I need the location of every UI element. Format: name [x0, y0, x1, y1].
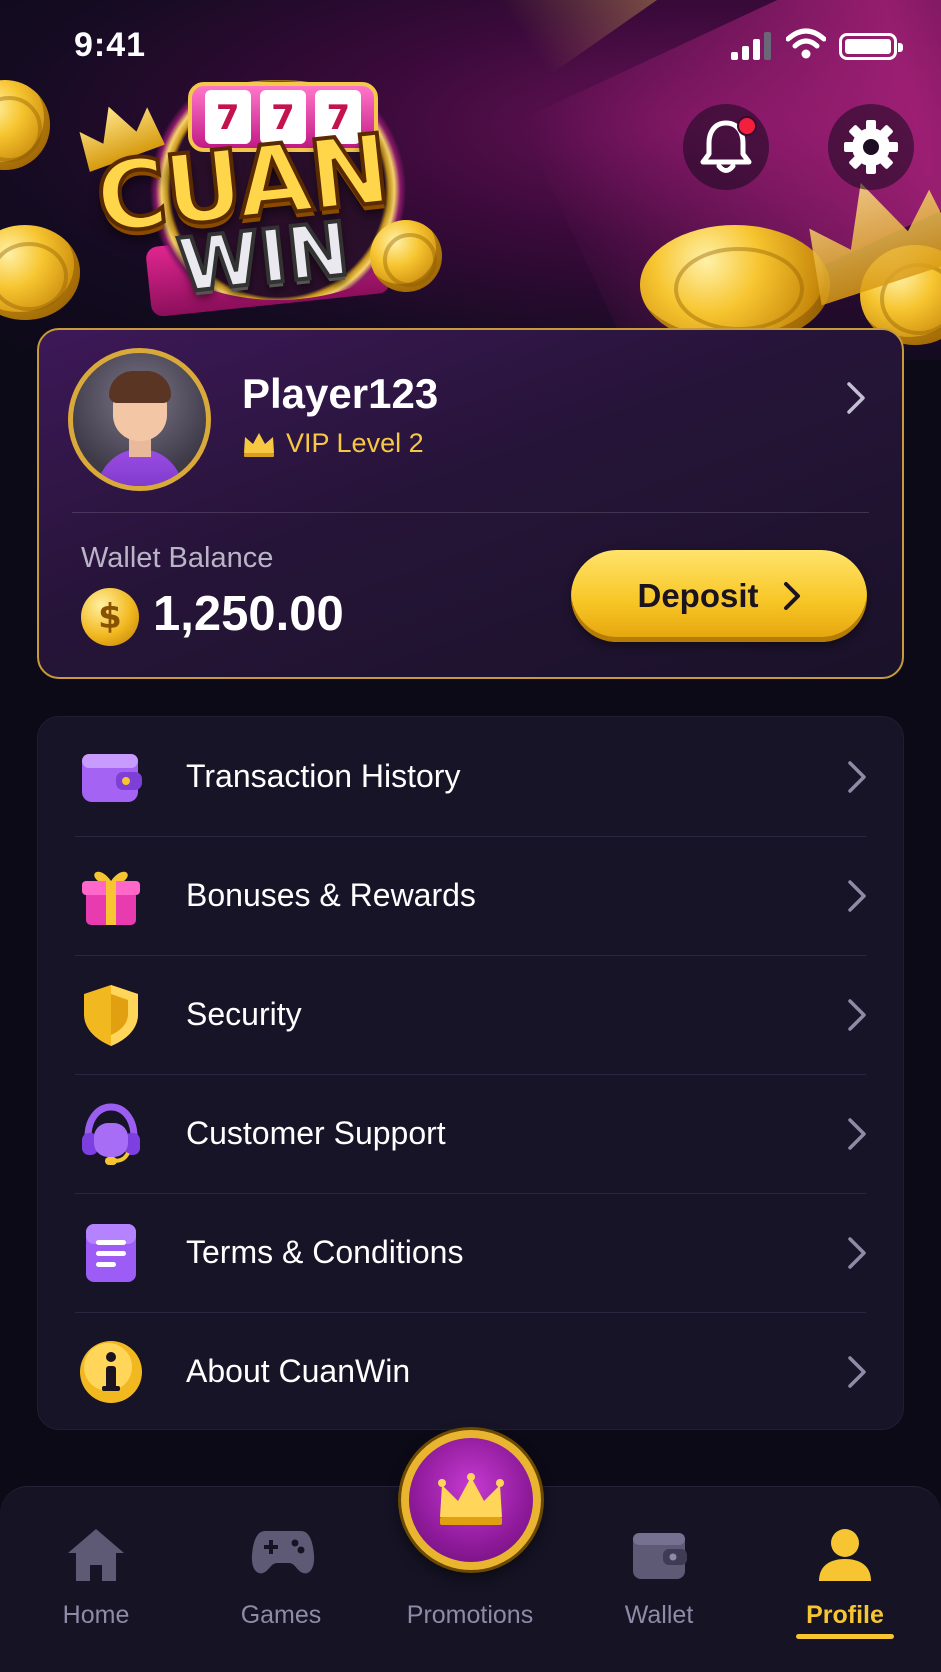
home-icon	[68, 1529, 124, 1581]
menu-item-label: Customer Support	[186, 1115, 446, 1151]
vip-badge: VIP Level 2	[242, 428, 424, 459]
chevron-right-icon	[848, 1236, 866, 1269]
chevron-right-icon	[848, 879, 866, 912]
chevron-right-icon	[783, 582, 800, 610]
nav-label: Promotions	[406, 1601, 534, 1629]
promotions-fab-button[interactable]	[401, 1430, 541, 1570]
wallet-balance-amount: 1,250.00	[153, 587, 344, 641]
avatar[interactable]	[68, 348, 211, 491]
headset-icon	[82, 1102, 140, 1165]
settings-button[interactable]	[828, 104, 914, 190]
gamepad-icon	[251, 1531, 315, 1574]
nav-label: Games	[240, 1601, 322, 1629]
menu-item-label: Transaction History	[186, 758, 461, 794]
status-bar: 9:41	[0, 0, 941, 96]
menu-item-label: Terms & Conditions	[186, 1234, 464, 1270]
coin-decoration	[0, 225, 80, 320]
nav-home[interactable]: Home	[21, 1515, 171, 1655]
profile-card: Player123 VIP Level 2 Wallet Balance $ 1…	[37, 328, 904, 679]
wallet-icon	[633, 1533, 687, 1579]
nav-wallet[interactable]: Wallet	[584, 1515, 734, 1655]
app-logo: 7 7 7 CUAN WIN	[78, 70, 448, 320]
menu-item-transaction-history[interactable]: Transaction History	[38, 717, 905, 836]
crown-icon	[244, 432, 274, 457]
wallet-balance-label: Wallet Balance	[81, 542, 274, 574]
nav-label: Home	[62, 1601, 130, 1629]
menu-item-customer-support[interactable]: Customer Support	[38, 1074, 905, 1193]
menu-item-label: Bonuses & Rewards	[186, 877, 476, 913]
menu-item-about[interactable]: About CuanWin	[38, 1312, 905, 1431]
user-icon	[819, 1529, 871, 1581]
avatar-hair	[109, 371, 171, 403]
wifi-icon	[786, 28, 826, 59]
nav-games[interactable]: Games	[206, 1515, 356, 1655]
coin-icon: $	[81, 588, 139, 646]
battery-icon	[839, 33, 903, 60]
signal-icon	[731, 32, 771, 60]
wallet-icon	[82, 753, 142, 802]
menu-item-terms-conditions[interactable]: Terms & Conditions	[38, 1193, 905, 1312]
chevron-right-icon	[848, 998, 866, 1031]
settings-menu: Transaction History Bonuses & Rewards Se…	[37, 716, 904, 1430]
gift-icon	[82, 871, 140, 925]
nav-label: Profile	[806, 1601, 884, 1629]
deposit-button[interactable]: Deposit	[571, 550, 867, 642]
profile-chevron-icon[interactable]	[845, 380, 867, 416]
logo-text-win: WIN	[172, 204, 355, 311]
notification-dot	[737, 116, 757, 136]
notifications-button[interactable]	[683, 104, 769, 190]
deposit-label: Deposit	[637, 577, 759, 614]
card-divider	[72, 512, 869, 513]
chevron-right-icon	[848, 1355, 866, 1388]
chevron-right-icon	[848, 1117, 866, 1150]
coin-decoration	[640, 225, 830, 345]
vip-level-label: VIP Level 2	[286, 428, 424, 458]
active-tab-indicator	[796, 1634, 894, 1639]
menu-item-security[interactable]: Security	[38, 955, 905, 1074]
logo-coin-icon	[370, 220, 442, 292]
menu-item-label: Security	[186, 996, 302, 1032]
document-icon	[86, 1223, 136, 1282]
info-icon	[80, 1340, 142, 1403]
username: Player123	[242, 370, 439, 417]
chevron-right-icon	[848, 760, 866, 793]
menu-item-bonuses-rewards[interactable]: Bonuses & Rewards	[38, 836, 905, 955]
shield-icon	[84, 984, 138, 1046]
nav-label: Wallet	[624, 1601, 694, 1629]
status-time: 9:41	[74, 26, 147, 64]
crown-icon	[438, 1473, 504, 1525]
gear-icon	[844, 120, 898, 174]
menu-item-label: About CuanWin	[186, 1353, 411, 1389]
